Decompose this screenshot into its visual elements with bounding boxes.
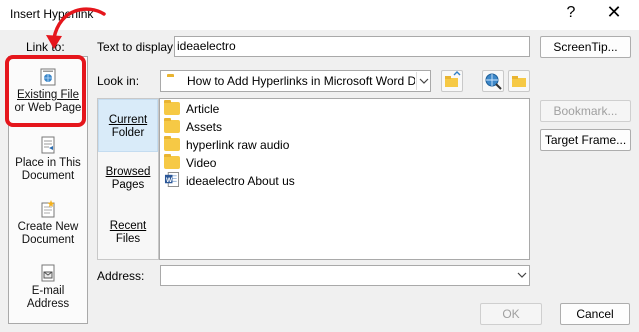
email-icon xyxy=(41,264,55,282)
address-input[interactable] xyxy=(160,265,530,286)
list-item[interactable]: Article xyxy=(164,100,219,118)
folder-icon xyxy=(164,136,180,151)
chevron-down-icon[interactable] xyxy=(515,267,529,284)
sidebar-item-create-new-document[interactable]: Create New Document xyxy=(10,200,86,246)
sidebar-item-label: Address xyxy=(26,297,70,310)
list-item[interactable]: W ideaelectro About us xyxy=(164,172,295,190)
file-name: Video xyxy=(186,156,217,170)
file-name: Assets xyxy=(186,120,223,134)
text-to-display-label: Text to display: xyxy=(97,40,177,54)
list-item[interactable]: Video xyxy=(164,154,216,172)
folder-icon xyxy=(164,154,180,169)
text-to-display-input[interactable]: ideaelectro xyxy=(174,36,530,57)
address-label: Address: xyxy=(97,269,145,283)
sidebar-item-label: Document xyxy=(21,169,75,182)
place-in-document-icon xyxy=(41,136,55,154)
file-name: Article xyxy=(186,102,220,116)
tab-label: Folder xyxy=(111,127,145,139)
close-button[interactable]: ✕ xyxy=(604,2,624,24)
screentip-button[interactable]: ScreenTip... xyxy=(540,36,631,58)
list-item[interactable]: Assets xyxy=(164,118,222,136)
tab-label: Browsed xyxy=(105,166,151,178)
target-frame-button[interactable]: Target Frame... xyxy=(540,129,631,151)
look-in-select[interactable]: How to Add Hyperlinks in Microsoft Word … xyxy=(160,70,431,92)
cancel-button[interactable]: Cancel xyxy=(560,303,630,325)
list-item[interactable]: hyperlink raw audio xyxy=(164,136,289,154)
look-in-label: Look in: xyxy=(97,74,140,88)
tab-label: Recent xyxy=(109,220,147,232)
tab-browsed-pages[interactable]: Browsed Pages xyxy=(97,166,159,192)
bookmark-button[interactable]: Bookmark... xyxy=(540,100,631,122)
look-in-value: How to Add Hyperlinks in Microsoft Word … xyxy=(187,74,415,88)
folder-icon xyxy=(164,100,180,115)
highlight-box xyxy=(5,55,86,127)
browse-web-icon[interactable] xyxy=(482,70,504,92)
tab-label: Pages xyxy=(111,179,145,191)
tab-label: Files xyxy=(115,233,141,245)
up-folder-icon[interactable] xyxy=(441,70,463,92)
new-document-icon xyxy=(41,200,55,218)
sidebar-item-label: Create New xyxy=(17,221,79,233)
file-name: hyperlink raw audio xyxy=(186,138,290,152)
sidebar-item-label: Document xyxy=(21,233,75,246)
folder-icon xyxy=(164,118,180,133)
file-list-scrollbar[interactable] xyxy=(519,99,529,259)
sidebar-item-place-in-document[interactable]: Place in This Document xyxy=(10,136,86,182)
tab-current-folder[interactable]: Current Folder xyxy=(97,114,159,140)
svg-text:W: W xyxy=(166,177,173,184)
sidebar-item-email-address[interactable]: E-mail Address xyxy=(10,264,86,310)
tab-label: Current xyxy=(108,114,148,126)
browse-file-icon[interactable] xyxy=(508,70,530,92)
help-button[interactable]: ? xyxy=(562,4,580,24)
tab-recent-files[interactable]: Recent Files xyxy=(97,220,159,246)
word-document-icon: W xyxy=(164,172,180,187)
sidebar-item-label: E-mail xyxy=(31,285,65,297)
ok-button[interactable]: OK xyxy=(480,303,542,325)
chevron-down-icon xyxy=(416,72,430,90)
sidebar-item-label: Place in This xyxy=(15,157,81,169)
file-name: ideaelectro About us xyxy=(186,174,295,188)
